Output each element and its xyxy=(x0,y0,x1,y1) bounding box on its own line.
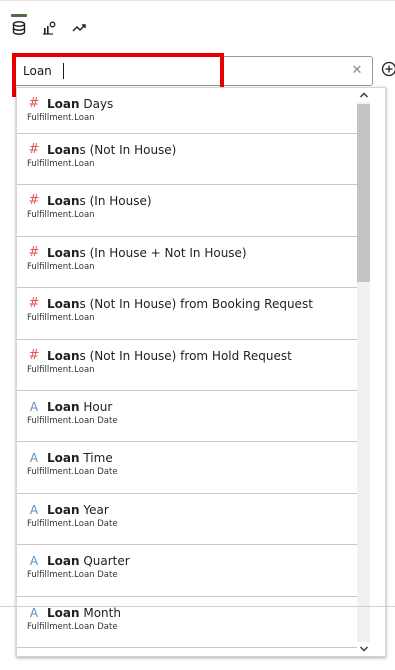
attribute-a-icon: A xyxy=(29,399,39,414)
results-list: # Loan Days Fulfillment.Loan # Loans (Not In… xyxy=(17,88,357,656)
result-title-match: Loan xyxy=(47,502,80,517)
result-title-rest: s (In House) xyxy=(79,194,152,209)
result-title-row: A Loan Quarter xyxy=(27,553,357,569)
result-item[interactable]: A Loan Time Fulfillment.Loan Date xyxy=(17,442,357,494)
bottom-divider xyxy=(0,606,395,607)
visualizations-tab[interactable] xyxy=(38,14,60,42)
search-field[interactable]: ✕ xyxy=(14,56,373,86)
measure-hash-icon: # xyxy=(28,142,40,157)
measure-hash-icon: # xyxy=(28,296,40,312)
scroll-up-icon[interactable] xyxy=(357,88,370,102)
result-subtitle: Fulfillment.Loan xyxy=(27,210,95,221)
result-title-row: A Loan Time xyxy=(27,450,357,466)
result-title: Loans (In House + Not In House) xyxy=(47,245,247,261)
result-title-rest: Month xyxy=(79,605,121,620)
result-title-match: Loan xyxy=(47,97,80,111)
attribute-a-icon: A xyxy=(29,451,39,466)
result-title-rest: Year xyxy=(79,502,109,517)
result-subtitle: Fulfillment.Loan Date xyxy=(27,467,118,478)
result-subtitle: Fulfillment.Loan Date xyxy=(27,518,118,529)
result-subtitle: Fulfillment.Loan Date xyxy=(27,415,118,426)
result-title-match: Loan xyxy=(47,399,80,414)
attribute-a-icon: A xyxy=(29,502,39,517)
result-title-rest: s (Not In House) from Booking Request xyxy=(79,297,313,312)
result-title-rest: Quarter xyxy=(79,554,130,569)
result-item[interactable]: # Loans (In House + Not In House) Fulfillm… xyxy=(17,237,357,289)
result-title: Loans (Not In House) from Hold Request xyxy=(47,348,292,364)
result-title: Loan Hour xyxy=(47,399,112,415)
result-title-match: Loan xyxy=(47,554,80,569)
result-title: Loan Days xyxy=(47,96,113,112)
result-title-rest: s (In House + Not In House) xyxy=(79,245,247,260)
result-subtitle: Fulfillment.Loan xyxy=(27,159,95,169)
result-title-row: # Loans (Not In House) from Hold Request xyxy=(27,348,357,364)
result-title-row: A Loan Year xyxy=(27,502,357,518)
result-title-match: Loan xyxy=(47,451,80,466)
scroll-thumb[interactable] xyxy=(357,104,370,282)
clear-search-icon[interactable]: ✕ xyxy=(350,63,364,79)
result-subtitle: Fulfillment.Loan xyxy=(27,113,95,123)
attribute-a-icon: A xyxy=(29,554,39,569)
result-subtitle: Fulfillment.Loan xyxy=(27,261,95,272)
text-caret xyxy=(63,63,64,79)
search-results-dropdown: # Loan Days Fulfillment.Loan # Loans (Not In… xyxy=(16,87,386,657)
result-item[interactable]: # Loan Days Fulfillment.Loan xyxy=(17,88,357,134)
result-title-match: Loan xyxy=(47,297,80,312)
result-title-row: # Loans (Not In House) xyxy=(27,142,357,158)
result-title-rest: Time xyxy=(79,451,113,466)
result-subtitle: Fulfillment.Loan Date xyxy=(27,570,118,581)
result-title: Loan Quarter xyxy=(47,553,130,569)
result-title-rest: Days xyxy=(79,97,114,111)
result-item[interactable]: A Loan Year Fulfillment.Loan Date xyxy=(17,494,357,546)
result-title: Loan Year xyxy=(47,502,109,518)
bar-chart-gear-icon xyxy=(43,21,56,35)
result-title-row: # Loans (Not In House) from Booking Reque… xyxy=(27,296,357,312)
data-tab[interactable] xyxy=(8,14,30,42)
panel-toolbar xyxy=(0,14,200,46)
result-title-row: A Loan Hour xyxy=(27,399,357,415)
result-item[interactable]: A Loan Quarter Fulfillment.Loan Date xyxy=(17,545,357,597)
result-item[interactable]: A Loan Hour Fulfillment.Loan Date xyxy=(17,391,357,443)
result-title-match: Loan xyxy=(47,245,80,260)
measure-hash-icon: # xyxy=(28,96,40,111)
result-item[interactable]: # Loans (Not In House) Fulfillment.Loan xyxy=(17,134,357,186)
measure-hash-icon: # xyxy=(28,193,40,209)
measure-hash-icon: # xyxy=(28,244,40,260)
result-title: Loans (Not In House) xyxy=(47,142,176,158)
result-title: Loan Time xyxy=(47,450,113,466)
result-title-row: # Loan Days xyxy=(27,96,357,112)
result-item[interactable]: # Loans (Not In House) from Booking Reque… xyxy=(17,288,357,340)
add-icon[interactable] xyxy=(380,60,395,78)
top-divider xyxy=(0,0,395,1)
result-item[interactable]: # Loans (Not In House) from Hold Request F… xyxy=(17,340,357,391)
search-input[interactable] xyxy=(21,60,341,82)
result-title-rest: s (Not In House) from Hold Request xyxy=(79,348,292,363)
result-title-rest: Hour xyxy=(79,399,113,414)
result-item[interactable]: A Loan Month Fulfillment.Loan Date xyxy=(17,597,357,648)
result-title: Loans (Not In House) from Booking Reques… xyxy=(47,296,313,312)
result-title-match: Loan xyxy=(47,348,80,363)
trend-line-icon xyxy=(72,24,86,32)
result-subtitle: Fulfillment.Loan xyxy=(27,313,95,324)
scroll-down-icon[interactable] xyxy=(357,642,370,656)
analytics-tab[interactable] xyxy=(68,14,90,42)
result-title-row: # Loans (In House) xyxy=(27,193,357,209)
result-title-match: Loan xyxy=(47,194,80,209)
result-title-row: # Loans (In House + Not In House) xyxy=(27,245,357,261)
result-title-match: Loan xyxy=(47,143,80,157)
result-title-match: Loan xyxy=(47,605,80,620)
result-title-rest: s (Not In House) xyxy=(79,143,177,157)
result-subtitle: Fulfillment.Loan xyxy=(27,364,95,375)
result-item[interactable]: # Loans (In House) Fulfillment.Loan xyxy=(17,185,357,237)
database-icon xyxy=(12,21,26,35)
result-subtitle: Fulfillment.Loan Date xyxy=(27,621,118,632)
result-title: Loans (In House) xyxy=(47,193,152,209)
measure-hash-icon: # xyxy=(28,347,40,363)
scrollbar[interactable] xyxy=(357,88,385,656)
